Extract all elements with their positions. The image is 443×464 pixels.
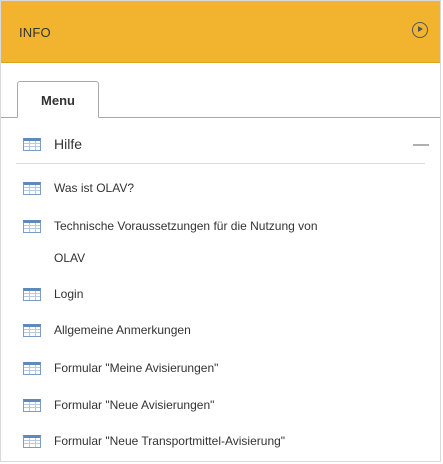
- menu-item-label: Allgemeine Anmerkungen: [54, 323, 191, 337]
- section-label: Hilfe: [54, 136, 83, 152]
- table-icon: [23, 220, 41, 233]
- menu-item-label-continued: OLAV: [54, 251, 86, 265]
- section-header-hilfe[interactable]: Hilfe: [1, 129, 440, 161]
- tab-menu-label: Menu: [41, 93, 75, 108]
- menu-item-label: Formular "Neue Avisierungen": [54, 398, 215, 412]
- menu-item-technische-voraussetzungen[interactable]: Technische Voraussetzungen für die Nutzu…: [1, 209, 440, 275]
- table-icon: [23, 182, 41, 195]
- divider: [16, 163, 425, 164]
- menu-item-label: Login: [54, 287, 84, 301]
- menu-item-label: Formular "Meine Avisierungen": [54, 361, 219, 375]
- tab-bar: Menu: [1, 81, 440, 118]
- menu-item-meine-avisierungen[interactable]: Formular "Meine Avisierungen": [1, 351, 440, 385]
- panel-header: INFO: [1, 1, 440, 63]
- menu-item-label: Formular "Neue Transportmittel-Avisierun…: [54, 434, 286, 448]
- minus-icon[interactable]: [413, 144, 429, 146]
- table-icon: [23, 399, 41, 412]
- tab-menu[interactable]: Menu: [17, 81, 99, 118]
- menu-item-neue-transportmittel-avisierung[interactable]: Formular "Neue Transportmittel-Avisierun…: [1, 424, 440, 458]
- info-panel: INFO Menu Hilfe Was ist OLAV? Technische…: [0, 0, 441, 462]
- circle-play-icon[interactable]: [412, 22, 428, 38]
- table-icon: [23, 435, 41, 448]
- table-icon: [23, 138, 41, 151]
- menu-item-neue-avisierungen[interactable]: Formular "Neue Avisierungen": [1, 388, 440, 422]
- menu-item-label: Was ist OLAV?: [54, 181, 135, 195]
- table-icon: [23, 288, 41, 301]
- panel-title: INFO: [19, 25, 51, 40]
- menu-item-login[interactable]: Login: [1, 277, 440, 311]
- menu-item-label: Technische Voraussetzungen für die Nutzu…: [54, 219, 318, 233]
- menu-item-was-ist-olav[interactable]: Was ist OLAV?: [1, 171, 440, 205]
- menu-item-allgemeine-anmerkungen[interactable]: Allgemeine Anmerkungen: [1, 313, 440, 347]
- table-icon: [23, 362, 41, 375]
- table-icon: [23, 324, 41, 337]
